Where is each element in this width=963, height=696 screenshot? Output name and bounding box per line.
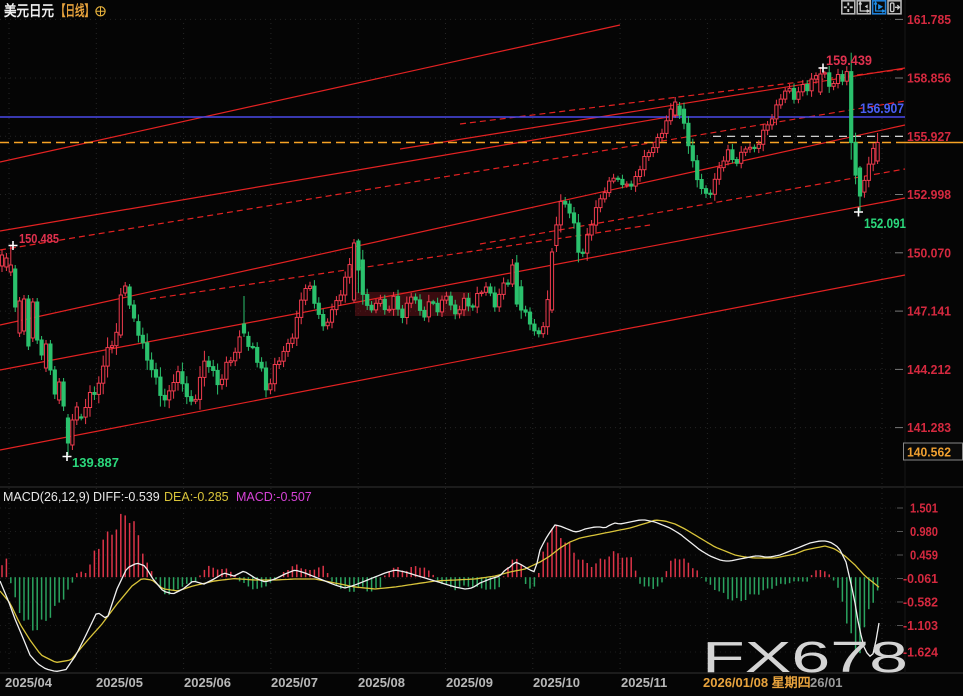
svg-text:-0.061: -0.061 (903, 571, 938, 586)
svg-text:152.998: 152.998 (907, 187, 951, 202)
svg-text:150.485: 150.485 (19, 231, 59, 246)
svg-text:2025/08: 2025/08 (358, 675, 405, 690)
svg-text:2025/05: 2025/05 (96, 675, 143, 690)
svg-text:美元日元: 美元日元 (4, 2, 54, 20)
svg-text:140.562: 140.562 (907, 445, 951, 460)
svg-text:DEA:-0.285: DEA:-0.285 (164, 490, 229, 504)
svg-text:155.927: 155.927 (907, 129, 951, 144)
svg-text:141.283: 141.283 (907, 420, 951, 435)
svg-text:2026/01/08 星期四: 2026/01/08 星期四 (703, 675, 811, 690)
svg-text:2025/06: 2025/06 (184, 675, 231, 690)
svg-text:158.856: 158.856 (907, 71, 951, 86)
svg-text:DIFF:-0.539: DIFF:-0.539 (93, 490, 160, 504)
svg-text:-1.624: -1.624 (903, 645, 939, 660)
svg-text:MACD(26,12,9): MACD(26,12,9) (3, 490, 90, 504)
svg-text:147.141: 147.141 (907, 304, 951, 319)
svg-text:0.980: 0.980 (910, 524, 938, 539)
svg-text:2025/09: 2025/09 (446, 675, 493, 690)
svg-text:2025/11: 2025/11 (621, 675, 667, 690)
svg-text:156.907: 156.907 (860, 100, 904, 116)
svg-text:2025/04: 2025/04 (5, 675, 53, 690)
svg-text:1.501: 1.501 (910, 501, 938, 516)
svg-text:26/01: 26/01 (810, 675, 843, 690)
svg-text:【日线】: 【日线】 (56, 2, 94, 20)
svg-text:MACD:-0.507: MACD:-0.507 (236, 490, 312, 504)
svg-text:150.070: 150.070 (907, 245, 951, 260)
svg-text:0.459: 0.459 (910, 548, 938, 563)
svg-text:2025/10: 2025/10 (533, 675, 580, 690)
svg-text:-0.582: -0.582 (903, 595, 938, 610)
svg-text:-1.103: -1.103 (903, 618, 938, 633)
svg-text:139.887: 139.887 (72, 455, 119, 470)
svg-text:152.091: 152.091 (864, 215, 906, 231)
svg-text:144.212: 144.212 (907, 362, 951, 377)
svg-text:159.439: 159.439 (826, 52, 872, 68)
svg-text:2025/07: 2025/07 (271, 675, 318, 690)
svg-text:161.785: 161.785 (907, 12, 951, 27)
